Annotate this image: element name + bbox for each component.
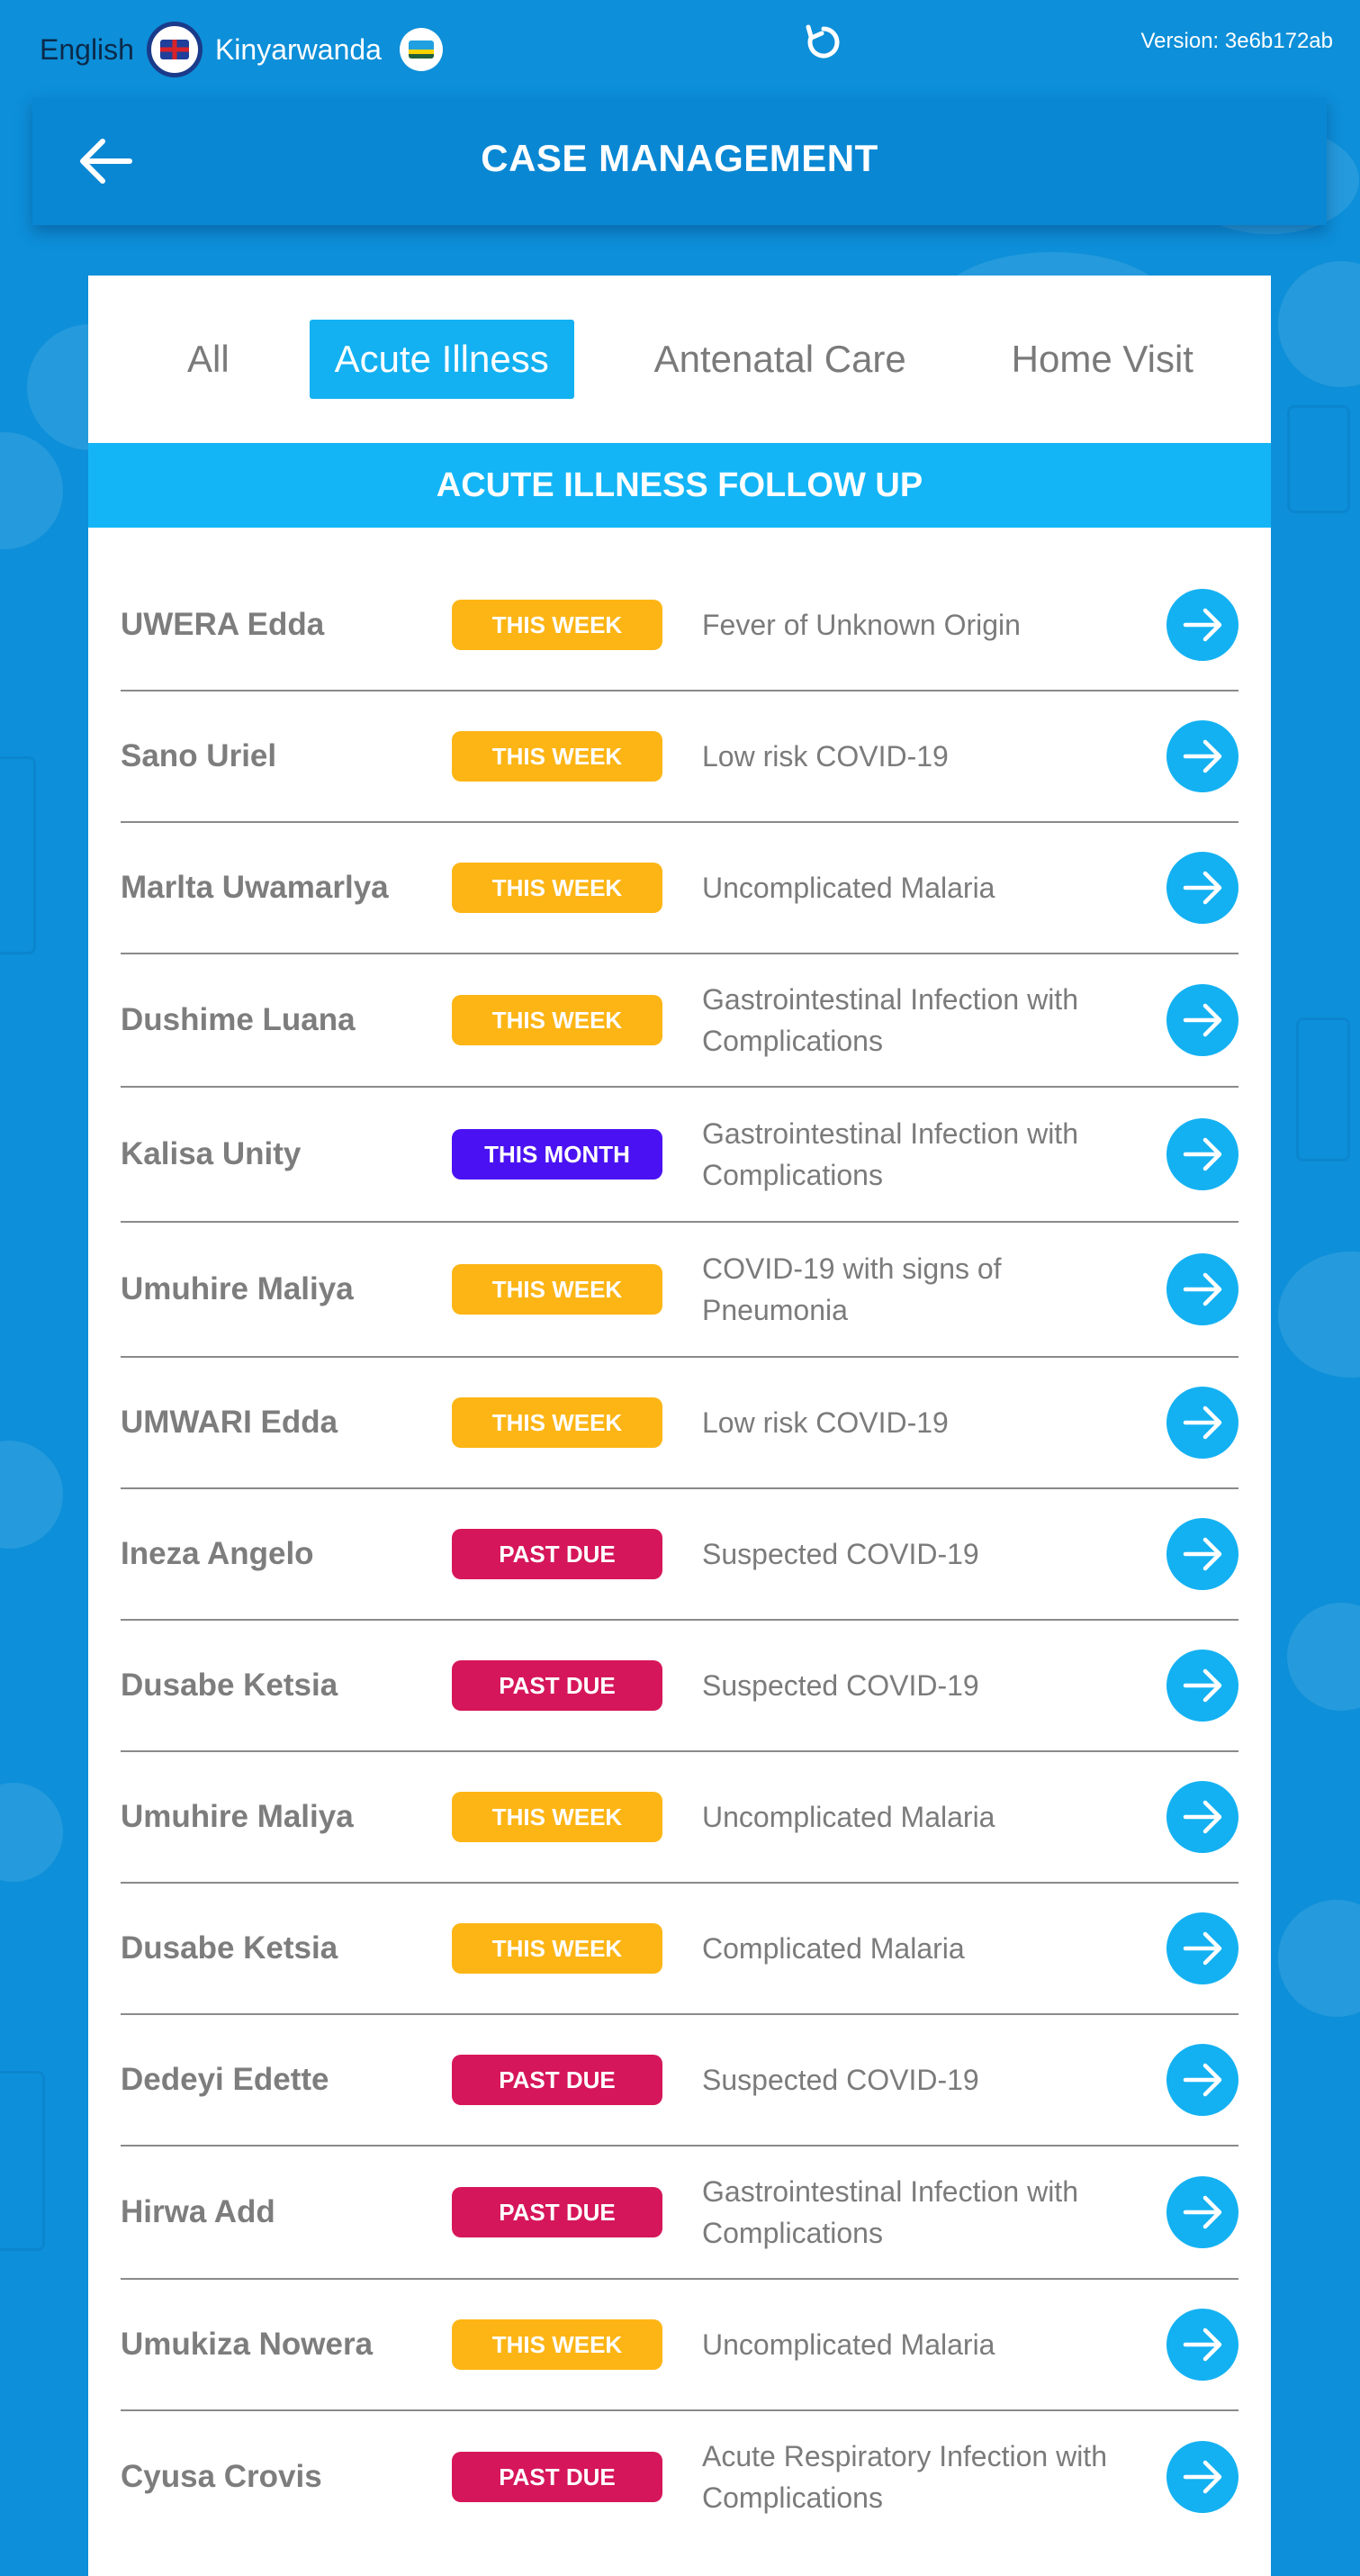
diagnosis-text: COVID-19 with signs of Pneumonia	[702, 1252, 1002, 1326]
arrow-right-icon[interactable]	[1166, 589, 1238, 661]
refresh-icon[interactable]	[801, 20, 846, 65]
due-status-badge: THIS WEEK	[452, 863, 662, 913]
diagnosis-text: Uncomplicated Malaria	[702, 2328, 995, 2361]
patient-name: Dushime Luana	[121, 1002, 356, 1037]
due-status-badge: PAST DUE	[452, 1529, 662, 1579]
arrow-right-icon[interactable]	[1166, 1118, 1238, 1190]
due-status-badge: THIS WEEK	[452, 1923, 662, 1974]
patient-name: UWERA Edda	[121, 607, 325, 642]
arrow-right-icon[interactable]	[1166, 1518, 1238, 1590]
arrow-right-icon[interactable]	[1166, 852, 1238, 924]
language-switcher: English Kinyarwanda	[40, 22, 443, 77]
tab-home-visit[interactable]: Home Visit	[986, 320, 1219, 399]
due-status-badge: THIS WEEK	[452, 1264, 662, 1315]
due-status-badge: PAST DUE	[452, 1660, 662, 1711]
diagnosis-text: Gastrointestinal Infection with Complica…	[702, 983, 1078, 1057]
version-label: Version: 3e6b172ab	[1140, 29, 1333, 53]
diagnosis-text: Low risk COVID-19	[702, 740, 949, 773]
section-title: ACUTE ILLNESS FOLLOW UP	[88, 443, 1271, 528]
list-item[interactable]: UMWARI Edda THIS WEEK Low risk COVID-19	[121, 1358, 1238, 1489]
diagnosis-text: Gastrointestinal Infection with Complica…	[702, 2175, 1078, 2249]
arrow-right-icon[interactable]	[1166, 2441, 1238, 2513]
arrow-right-icon[interactable]	[1166, 1387, 1238, 1459]
due-status-badge: THIS WEEK	[452, 2319, 662, 2370]
due-status-badge: PAST DUE	[452, 2055, 662, 2105]
list-item[interactable]: Dushime Luana THIS WEEK Gastrointestinal I…	[121, 954, 1238, 1088]
diagnosis-text: Suspected COVID-19	[702, 2064, 979, 2096]
list-item[interactable]: Sano Uriel THIS WEEK Low risk COVID-19	[121, 691, 1238, 823]
patient-name: Sano Uriel	[121, 738, 277, 773]
page-title: CASE MANAGEMENT	[481, 137, 878, 179]
tab-acute-illness[interactable]: Acute Illness	[309, 320, 574, 399]
case-panel: All Acute Illness Antenatal Care Home Visit…	[88, 276, 1271, 2576]
list-item[interactable]: UWERA Edda THIS WEEK Fever of Unknown Orig…	[121, 560, 1238, 691]
arrow-right-icon[interactable]	[1166, 2309, 1238, 2381]
patient-name: Hirwa Add	[121, 2194, 275, 2229]
arrow-right-icon[interactable]	[1166, 1650, 1238, 1722]
diagnosis-text: Low risk COVID-19	[702, 1406, 949, 1439]
due-status-badge: THIS WEEK	[452, 1397, 662, 1448]
patient-name: Cyusa Crovis	[121, 2459, 322, 2494]
list-item[interactable]: Kalisa Unity THIS MONTH Gastrointestinal I…	[121, 1088, 1238, 1223]
list-item[interactable]: Umuhire Maliya THIS WEEK Uncomplicated Mal…	[121, 1752, 1238, 1884]
patient-name: Ineza Angelo	[121, 1536, 314, 1571]
arrow-right-icon[interactable]	[1166, 984, 1238, 1056]
list-item[interactable]: Umukiza Nowera THIS WEEK Uncomplicated Mal…	[121, 2280, 1238, 2411]
due-status-badge: THIS WEEK	[452, 731, 662, 782]
list-item[interactable]: Dusabe Ketsia PAST DUE Suspected COVID-19	[121, 1621, 1238, 1752]
patient-name: Dedeyi Edette	[121, 2062, 329, 2097]
diagnosis-text: Suspected COVID-19	[702, 1669, 979, 1702]
patient-name: Umukiza Nowera	[121, 2327, 374, 2362]
follow-up-list: UWERA Edda THIS WEEK Fever of Unknown Orig…	[88, 528, 1271, 2543]
language-kinyarwanda-label[interactable]: Kinyarwanda	[215, 33, 382, 67]
filter-tabs: All Acute Illness Antenatal Care Home Visit	[88, 276, 1271, 443]
diagnosis-text: Suspected COVID-19	[702, 1538, 979, 1570]
diagnosis-text: Gastrointestinal Infection with Complica…	[702, 1117, 1078, 1191]
list-item[interactable]: Marlta Uwamarlya THIS WEEK Uncomplicated M…	[121, 823, 1238, 954]
uk-flag-icon[interactable]	[146, 22, 203, 77]
list-item[interactable]: Dedeyi Edette PAST DUE Suspected COVID-19	[121, 2015, 1238, 2147]
due-status-badge: THIS WEEK	[452, 1792, 662, 1842]
due-status-badge: PAST DUE	[452, 2187, 662, 2237]
diagnosis-text: Uncomplicated Malaria	[702, 872, 995, 904]
patient-name: Marlta Uwamarlya	[121, 870, 389, 905]
due-status-badge: PAST DUE	[452, 2452, 662, 2502]
patient-name: Kalisa Unity	[121, 1136, 302, 1171]
arrow-right-icon[interactable]	[1166, 1781, 1238, 1853]
arrow-right-icon[interactable]	[1166, 1253, 1238, 1325]
list-item[interactable]: Dusabe Ketsia THIS WEEK Complicated Malari…	[121, 1884, 1238, 2015]
diagnosis-text: Uncomplicated Malaria	[702, 1801, 995, 1833]
top-bar: English Kinyarwanda Version: 3e6b172ab	[0, 0, 1360, 97]
list-item[interactable]: Hirwa Add PAST DUE Gastrointestinal Infect…	[121, 2147, 1238, 2280]
patient-name: Umuhire Maliya	[121, 1271, 354, 1306]
due-status-badge: THIS WEEK	[452, 995, 662, 1045]
diagnosis-text: Complicated Malaria	[702, 1932, 965, 1965]
tab-antenatal-care[interactable]: Antenatal Care	[629, 320, 932, 399]
list-item[interactable]: Ineza Angelo PAST DUE Suspected COVID-19	[121, 1489, 1238, 1621]
patient-name: UMWARI Edda	[121, 1405, 338, 1440]
arrow-right-icon[interactable]	[1166, 2044, 1238, 2116]
tab-all[interactable]: All	[162, 320, 255, 399]
rwanda-flag-icon[interactable]	[399, 28, 443, 71]
diagnosis-text: Acute Respiratory Infection with Complic…	[702, 2440, 1107, 2514]
due-status-badge: THIS WEEK	[452, 600, 662, 650]
due-status-badge: THIS MONTH	[452, 1129, 662, 1180]
diagnosis-text: Fever of Unknown Origin	[702, 609, 1021, 641]
arrow-right-icon[interactable]	[1166, 2176, 1238, 2248]
patient-name: Dusabe Ketsia	[121, 1930, 338, 1966]
page-header: CASE MANAGEMENT	[32, 97, 1327, 225]
patient-name: Umuhire Maliya	[121, 1799, 354, 1834]
language-english-label[interactable]: English	[40, 33, 134, 67]
arrow-right-icon[interactable]	[1166, 1912, 1238, 1984]
arrow-right-icon[interactable]	[1166, 720, 1238, 792]
list-item[interactable]: Cyusa Crovis PAST DUE Acute Respiratory In…	[121, 2411, 1238, 2543]
patient-name: Dusabe Ketsia	[121, 1668, 338, 1703]
list-item[interactable]: Umuhire Maliya THIS WEEK COVID-19 with sig…	[121, 1223, 1238, 1358]
